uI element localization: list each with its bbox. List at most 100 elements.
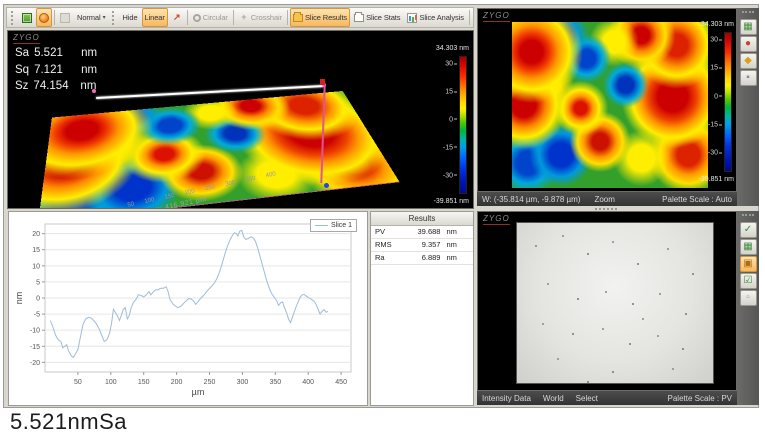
- scale-gradient-track: 30150-15-30: [459, 56, 467, 194]
- toolbar-grip: [11, 11, 16, 25]
- svg-text:µm: µm: [192, 387, 205, 397]
- slice-results-button-label: Slice Results: [305, 13, 347, 22]
- accept-tool[interactable]: ✓: [740, 222, 757, 238]
- slice-analysis-button-label: Slice Analysis: [419, 13, 463, 22]
- stat-value: 5.521: [34, 45, 76, 62]
- slice-stats-icon: [354, 14, 364, 22]
- view-mode-button[interactable]: [57, 8, 73, 27]
- results-row: RMS9.357nm: [371, 239, 473, 252]
- rail-buttons: ✓▦▣☑▫: [740, 222, 757, 306]
- palette-scale-mode[interactable]: Palette Scale : PV: [668, 394, 732, 403]
- layout-grid-icon: [22, 13, 32, 23]
- svg-text:50: 50: [74, 379, 82, 386]
- surface-3d-texture: [38, 91, 399, 209]
- svg-text:350: 350: [269, 379, 281, 386]
- surface-stat-row: Sz74.154nm: [15, 78, 97, 95]
- slice-stats-button[interactable]: Slice Stats: [351, 8, 403, 27]
- svg-text:15: 15: [32, 247, 40, 254]
- sphere-tool[interactable]: ●: [740, 36, 757, 52]
- result-param: RMS: [371, 239, 402, 251]
- slice-profile-chart-host[interactable]: 20151050-5-10-15-20501001502002503003504…: [13, 216, 361, 403]
- slice-analysis-icon: [407, 13, 417, 23]
- zygo-watermark: ZYGO: [483, 12, 510, 22]
- layers-tool[interactable]: ▦: [740, 239, 757, 255]
- svg-text:150: 150: [138, 379, 150, 386]
- surface-3d-plot[interactable]: [38, 91, 400, 209]
- slice-results-button[interactable]: Slice Results: [290, 8, 350, 27]
- palette-scale-mode[interactable]: Palette Scale : Auto: [662, 195, 732, 204]
- intensity-view[interactable]: ZYGO: [477, 211, 737, 391]
- grid-tool[interactable]: ▦: [740, 19, 757, 35]
- scale-tick-label: 30: [445, 61, 457, 68]
- app-window: Normal▾HideLinear↗Circular+CrosshairSlic…: [3, 4, 759, 408]
- hide-button[interactable]: Hide: [120, 8, 141, 27]
- check-tool[interactable]: ☑: [740, 273, 757, 289]
- surface-3d-view[interactable]: ZYGO Sa5.521nmSq7.121nmSz74.154nm 50 100…: [7, 30, 474, 209]
- toolbar-separator: [187, 10, 188, 25]
- stat-label: Sz: [15, 78, 28, 95]
- slope-arrow-button[interactable]: ↗: [169, 8, 185, 27]
- result-unit: nm: [446, 252, 473, 264]
- palette-scalebar-3d: 34.303 nm 30150-15-30 -39.851 nm: [415, 45, 469, 205]
- layout-grid-button[interactable]: [19, 8, 35, 27]
- slice-cap-marker: [320, 79, 325, 85]
- svg-text:5: 5: [36, 279, 40, 286]
- intensity-statusbar: Intensity Data World Select Palette Scale …: [477, 391, 737, 405]
- surface-stat-row: Sq7.121nm: [15, 62, 97, 79]
- results-row: Ra6.889nm: [371, 252, 473, 265]
- svg-text:0: 0: [36, 296, 40, 303]
- svg-text:450: 450: [335, 379, 347, 386]
- heightmap-statusbar: W: (-35.814 µm, -9.878 µm) Zoom Palette …: [477, 192, 737, 206]
- results-title: Results: [371, 212, 473, 226]
- results-row: PV39.688nm: [371, 226, 473, 239]
- intensity-status-items: Intensity Data World Select: [482, 394, 598, 403]
- result-value: 9.357: [402, 239, 447, 251]
- zygo-watermark: ZYGO: [483, 215, 510, 225]
- svg-text:-10: -10: [30, 328, 40, 335]
- result-unit: nm: [446, 226, 473, 238]
- highlight-mode-button[interactable]: [36, 8, 52, 27]
- surface-stats: Sa5.521nmSq7.121nmSz74.154nm: [15, 45, 97, 95]
- stat-value: 7.121: [34, 62, 76, 79]
- collapse-tool[interactable]: ▪: [740, 70, 757, 86]
- stat-label: Sq: [15, 62, 29, 79]
- result-param: Ra: [371, 252, 402, 264]
- status-item-0[interactable]: Intensity Data: [482, 394, 531, 403]
- svg-text:-5: -5: [34, 312, 40, 319]
- heightmap-image[interactable]: [512, 22, 708, 188]
- svg-text:400: 400: [302, 379, 314, 386]
- normal-mode-button-label: Normal: [77, 13, 101, 22]
- svg-text:250: 250: [204, 379, 216, 386]
- status-item-1[interactable]: World: [543, 394, 564, 403]
- scale-tick-label: -15: [708, 122, 722, 129]
- palette-tool[interactable]: ◆: [740, 53, 757, 69]
- undo-button[interactable]: ↶: [472, 8, 474, 27]
- legend-series-label: Slice 1: [331, 222, 352, 229]
- highlight-mode-icon: [39, 13, 49, 23]
- mask-tool[interactable]: ▣: [740, 256, 757, 272]
- zoom-mode-label[interactable]: Zoom: [594, 195, 614, 204]
- svg-text:200: 200: [171, 379, 183, 386]
- rail-buttons: ▦●◆▪: [740, 19, 757, 86]
- heightmap-view[interactable]: ZYGO 34.303 nm 30150-15-30 -39.851 nm: [477, 8, 737, 192]
- linear-slice-button[interactable]: Linear: [142, 8, 168, 27]
- scale-tick-label: 0: [449, 116, 457, 123]
- normal-mode-button[interactable]: Normal▾: [74, 8, 109, 27]
- result-value: 39.688: [402, 226, 447, 238]
- slice-endpoint-marker[interactable]: [92, 89, 96, 93]
- status-item-2[interactable]: Select: [576, 394, 598, 403]
- stat-value: 74.154: [33, 78, 75, 95]
- stat-label: Sa: [15, 45, 29, 62]
- extra-tool[interactable]: ▫: [740, 290, 757, 306]
- heightmap-panel: ZYGO 34.303 nm 30150-15-30 -39.851 nm W:…: [475, 6, 759, 207]
- metrology-app-screenshot: Normal▾HideLinear↗Circular+CrosshairSlic…: [0, 0, 765, 441]
- heightmap-tool-rail: ▦●◆▪: [737, 8, 759, 206]
- scale-max-label: 34.303 nm: [436, 45, 469, 52]
- toolbar-separator: [287, 10, 288, 25]
- slice-analysis-button[interactable]: Slice Analysis: [404, 8, 466, 27]
- intensity-image[interactable]: [516, 222, 714, 384]
- toolbar-separator: [469, 10, 470, 25]
- crosshair-slice-icon: +: [239, 13, 249, 23]
- scale-tick-label: -30: [708, 150, 722, 157]
- zygo-watermark: ZYGO: [13, 34, 40, 44]
